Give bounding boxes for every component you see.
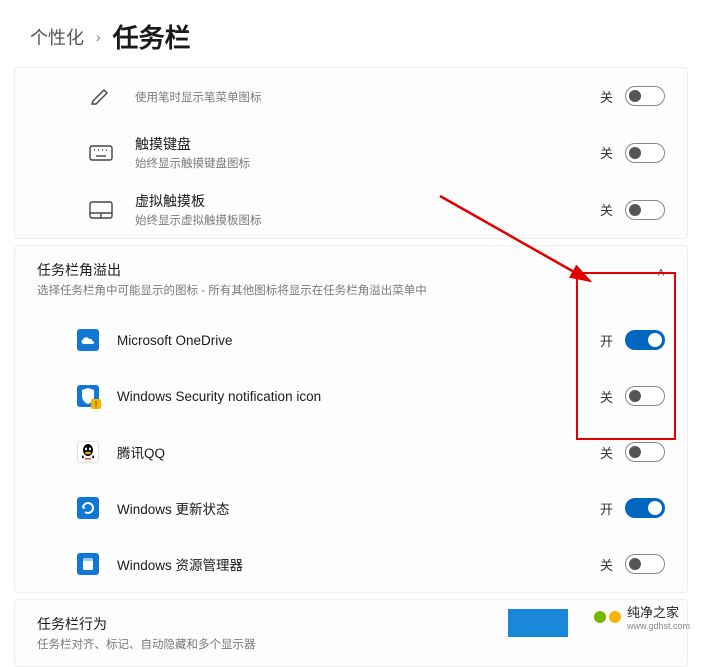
virtual-touchpad-row[interactable]: 虚拟触摸板 始终显示虚拟触摸板图标 关 — [15, 181, 687, 238]
security-row[interactable]: ! Windows Security notification icon 关 — [15, 368, 687, 424]
onedrive-row[interactable]: Microsoft OneDrive 开 — [15, 312, 687, 368]
behavior-title: 任务栏行为 — [37, 614, 665, 634]
onedrive-label: Microsoft OneDrive — [117, 333, 600, 348]
virtual-touchpad-sub: 始终显示虚拟触摸板图标 — [135, 212, 600, 228]
chevron-up-icon: ˄ — [657, 264, 665, 280]
windows-update-icon — [77, 497, 99, 519]
touch-keyboard-sub: 始终显示触摸键盘图标 — [135, 155, 600, 171]
toggle-state: 关 — [600, 87, 613, 106]
watermark-logo-icon — [594, 611, 621, 623]
update-row[interactable]: Windows 更新状态 开 — [15, 480, 687, 536]
toggle-state: 关 — [600, 387, 613, 406]
watermark: 纯净之家 www.gdhst.com — [594, 602, 690, 631]
toggle-state: 开 — [600, 499, 613, 518]
toggle-state: 关 — [600, 443, 613, 462]
keyboard-icon — [87, 141, 115, 165]
touch-keyboard-title: 触摸键盘 — [135, 134, 600, 154]
breadcrumb-parent[interactable]: 个性化 — [30, 24, 84, 50]
security-toggle[interactable] — [625, 386, 665, 406]
security-icon: ! — [77, 385, 99, 407]
explorer-toggle[interactable] — [625, 554, 665, 574]
decorative-patch — [508, 609, 568, 637]
toggle-state: 开 — [600, 331, 613, 350]
toggle-state: 关 — [600, 143, 613, 162]
explorer-row[interactable]: Windows 资源管理器 关 — [15, 536, 687, 592]
overflow-title: 任务栏角溢出 — [37, 260, 657, 280]
overflow-sub: 选择任务栏角中可能显示的图标 - 所有其他图标将显示在任务栏角溢出菜单中 — [37, 282, 657, 298]
pen-menu-sub: 使用笔时显示笔菜单图标 — [135, 89, 600, 105]
toggle-state: 关 — [600, 200, 613, 219]
onedrive-toggle[interactable] — [625, 330, 665, 350]
overflow-card: 任务栏角溢出 选择任务栏角中可能显示的图标 - 所有其他图标将显示在任务栏角溢出… — [14, 245, 688, 593]
page-title: 任务栏 — [113, 18, 191, 55]
watermark-text: 纯净之家 — [627, 602, 690, 621]
toggle-state: 关 — [600, 555, 613, 574]
chevron-right-icon: › — [96, 29, 101, 45]
behavior-sub: 任务栏对齐、标记、自动隐藏和多个显示器 — [37, 636, 665, 652]
security-label: Windows Security notification icon — [117, 389, 600, 404]
pen-menu-toggle[interactable] — [625, 86, 665, 106]
virtual-touchpad-toggle[interactable] — [625, 200, 665, 220]
update-label: Windows 更新状态 — [117, 498, 600, 518]
touchpad-icon — [87, 198, 115, 222]
taskbar-corner-icons-card: 使用笔时显示笔菜单图标 关 触摸键盘 始终显示触摸键盘图标 关 虚拟触摸板 始终… — [14, 67, 688, 239]
pen-icon — [87, 84, 115, 108]
breadcrumb: 个性化 › 任务栏 — [0, 0, 702, 67]
pen-menu-row[interactable]: 使用笔时显示笔菜单图标 关 — [15, 68, 687, 124]
update-toggle[interactable] — [625, 498, 665, 518]
virtual-touchpad-title: 虚拟触摸板 — [135, 191, 600, 211]
qq-toggle[interactable] — [625, 442, 665, 462]
onedrive-icon — [77, 329, 99, 351]
explorer-label: Windows 资源管理器 — [117, 554, 600, 574]
qq-icon — [77, 441, 99, 463]
watermark-domain: www.gdhst.com — [627, 621, 690, 631]
touch-keyboard-row[interactable]: 触摸键盘 始终显示触摸键盘图标 关 — [15, 124, 687, 181]
overflow-header[interactable]: 任务栏角溢出 选择任务栏角中可能显示的图标 - 所有其他图标将显示在任务栏角溢出… — [15, 246, 687, 312]
explorer-icon — [77, 553, 99, 575]
qq-row[interactable]: 腾讯QQ 关 — [15, 424, 687, 480]
qq-label: 腾讯QQ — [117, 442, 600, 462]
behavior-card[interactable]: 任务栏行为 任务栏对齐、标记、自动隐藏和多个显示器 — [14, 599, 688, 667]
touch-keyboard-toggle[interactable] — [625, 143, 665, 163]
